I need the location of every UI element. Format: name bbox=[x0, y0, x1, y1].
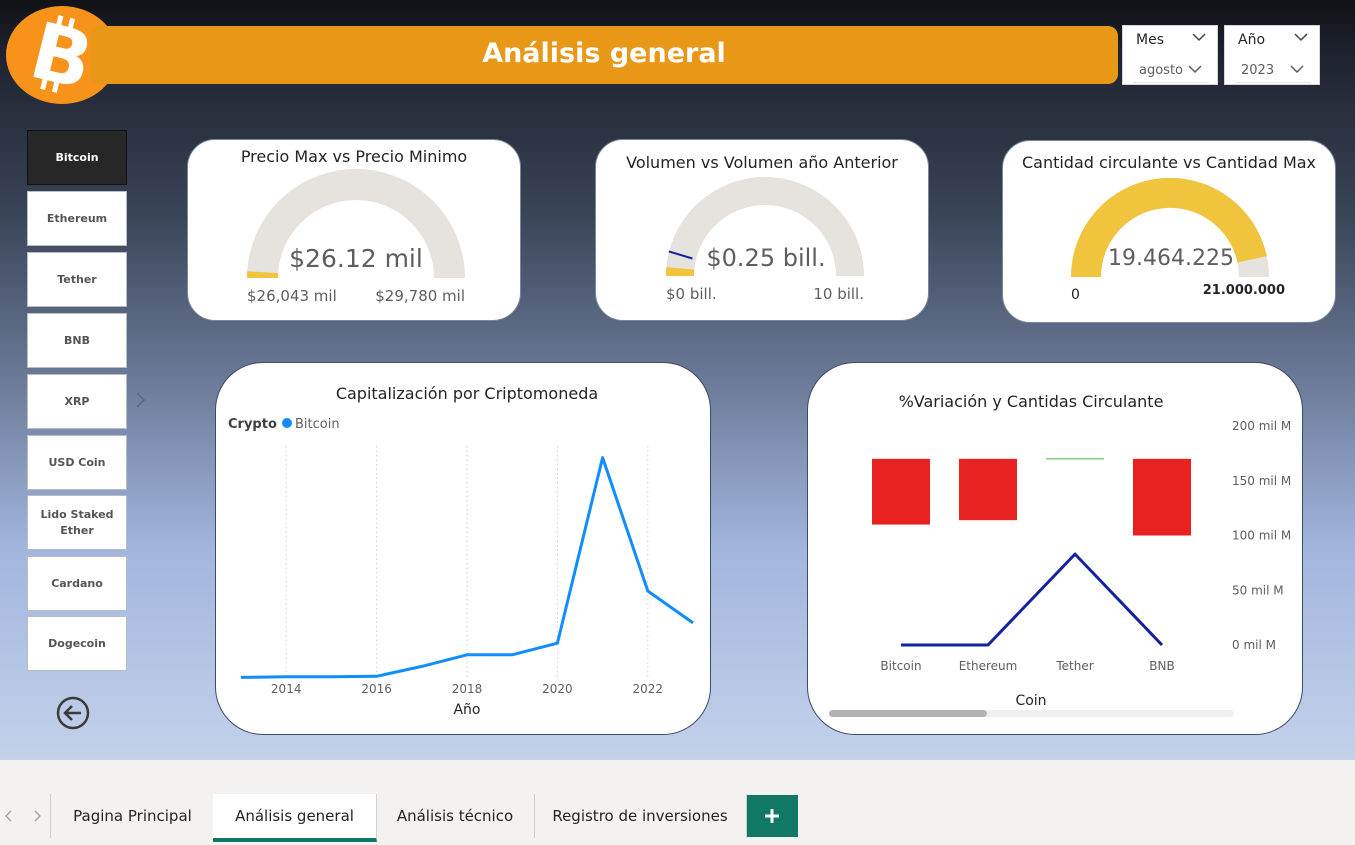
x-tick-label: 2020 bbox=[542, 682, 573, 696]
series-lines bbox=[901, 552, 1164, 647]
gauge-card-volume: Volumen vs Volumen año Anterior $0.25 bi… bbox=[595, 139, 929, 321]
x-tick-label: 2016 bbox=[361, 682, 392, 696]
year-dropdown[interactable]: 2023 bbox=[1235, 58, 1311, 83]
coin-button-bnb[interactable]: BNB bbox=[27, 313, 127, 368]
gauge-price-chart: $26.12 mil $26,043 mil $29,780 mil bbox=[246, 169, 465, 305]
chart-title: Capitalización por Criptomoneda bbox=[336, 384, 598, 403]
chevron-down-icon bbox=[1188, 65, 1202, 73]
gauge-card-price: Precio Max vs Precio Minimo $26.12 mil $… bbox=[187, 139, 521, 321]
page-tab-bar: Pagina Principal Análisis general Anális… bbox=[0, 794, 1355, 845]
coin-button-bitcoin[interactable]: Bitcoin bbox=[27, 130, 127, 185]
gauge-volume-max: 10 bill. bbox=[813, 285, 864, 303]
legend-item-bitcoin: Bitcoin bbox=[295, 417, 340, 432]
coin-button-lido-staked-ether[interactable]: Lido Staked Ether bbox=[27, 495, 127, 550]
series-line-circulating bbox=[901, 552, 1164, 647]
back-arrow-icon[interactable] bbox=[55, 695, 91, 731]
y-tick-label: 50 mil M bbox=[1232, 583, 1284, 597]
tab-analisis-general[interactable]: Análisis general bbox=[213, 794, 377, 842]
chevron-down-icon[interactable] bbox=[1191, 30, 1207, 44]
coin-button-ethereum[interactable]: Ethereum bbox=[27, 191, 127, 246]
chevron-down-icon[interactable] bbox=[1293, 30, 1309, 44]
capitalization-chart: Capitalización por Criptomoneda Crypto B… bbox=[228, 384, 694, 718]
month-slicer[interactable]: Mes agosto bbox=[1122, 25, 1218, 85]
year-slicer[interactable]: Año 2023 bbox=[1224, 25, 1320, 85]
add-page-button[interactable] bbox=[747, 795, 798, 837]
report-canvas: B Análisis general Mes agosto Año 2023 B… bbox=[0, 0, 1355, 760]
gauge-volume-min: $0 bill. bbox=[666, 285, 717, 303]
y-tick-label: 0 mil M bbox=[1232, 638, 1276, 652]
x-tick-label: Bitcoin bbox=[880, 659, 921, 673]
gauge-price-value: $26.12 mil bbox=[289, 244, 423, 273]
x-tick-label: 2014 bbox=[271, 682, 302, 696]
variation-chart: %Variación y Cantidas Circulante 200 mil… bbox=[829, 392, 1291, 717]
x-axis-label: Año bbox=[453, 702, 480, 718]
x-tick-label: Ethereum bbox=[959, 659, 1018, 673]
year-slicer-label: Año bbox=[1238, 32, 1266, 48]
x-tick-label: 2022 bbox=[633, 682, 664, 696]
legend-title: Crypto bbox=[228, 417, 277, 432]
chart-card-variation: %Variación y Cantidas Circulante 200 mil… bbox=[807, 362, 1303, 735]
plus-icon bbox=[765, 809, 779, 823]
x-tick-label: BNB bbox=[1149, 659, 1174, 673]
tab-analisis-tecnico[interactable]: Análisis técnico bbox=[376, 794, 535, 838]
month-slicer-label: Mes bbox=[1136, 32, 1164, 48]
coin-button-dogecoin[interactable]: Dogecoin bbox=[27, 616, 127, 671]
chevron-right-icon[interactable] bbox=[134, 390, 148, 410]
chevron-left-icon[interactable] bbox=[4, 810, 14, 822]
year-value: 2023 bbox=[1241, 63, 1275, 78]
gauge-volume-chart: $0.25 bill. $0 bill. 10 bill. bbox=[666, 177, 864, 303]
month-dropdown[interactable]: agosto bbox=[1133, 58, 1209, 83]
gauge-supply-chart: 19.464.225 0 21.000.000 bbox=[1070, 177, 1285, 303]
y-tick-label: 200 mil M bbox=[1232, 419, 1291, 433]
coin-button-tether[interactable]: Tether bbox=[27, 252, 127, 307]
x-axis-label: Coin bbox=[1015, 693, 1046, 709]
tab-pagina-principal[interactable]: Pagina Principal bbox=[50, 794, 215, 838]
waterfall-bars bbox=[872, 458, 1191, 536]
coin-button-cardano[interactable]: Cardano bbox=[27, 556, 127, 611]
y-tick-label: 150 mil M bbox=[1232, 474, 1291, 488]
waterfall-bar bbox=[959, 458, 1017, 521]
gauge-card-supply: Cantidad circulante vs Cantidad Max 19.4… bbox=[1002, 140, 1336, 323]
gauge-supply-value: 19.464.225 bbox=[1108, 246, 1234, 271]
waterfall-bar bbox=[872, 458, 930, 525]
gauge-price-min: $26,043 mil bbox=[247, 287, 337, 305]
coin-button-usd-coin[interactable]: USD Coin bbox=[27, 435, 127, 490]
x-tick-label: Tether bbox=[1055, 659, 1093, 673]
coin-button-xrp[interactable]: XRP bbox=[27, 374, 127, 429]
legend-marker bbox=[282, 418, 292, 428]
x-axis-ticks: Bitcoin Ethereum Tether BNB bbox=[880, 659, 1174, 673]
title-banner: Análisis general bbox=[90, 26, 1118, 84]
x-axis-ticks: 2014 2016 2018 2020 2022 bbox=[271, 682, 663, 696]
tab-registro-inversiones[interactable]: Registro de inversiones bbox=[534, 794, 747, 838]
gauge-supply-min: 0 bbox=[1071, 287, 1080, 303]
chart-title: %Variación y Cantidas Circulante bbox=[899, 392, 1164, 411]
chevron-down-icon bbox=[1290, 65, 1304, 73]
chart-card-capitalization: Capitalización por Criptomoneda Crypto B… bbox=[215, 362, 711, 735]
y-axis-ticks: 200 mil M 150 mil M 100 mil M 50 mil M 0 mil… bbox=[1232, 419, 1291, 652]
waterfall-bar bbox=[1133, 458, 1191, 536]
page-title: Análisis general bbox=[482, 38, 726, 69]
chevron-right-icon[interactable] bbox=[32, 810, 42, 822]
gauge-price-max: $29,780 mil bbox=[375, 287, 465, 305]
month-value: agosto bbox=[1139, 63, 1183, 78]
gauge-volume-value: $0.25 bill. bbox=[706, 244, 825, 272]
gauge-supply-max: 21.000.000 bbox=[1203, 283, 1285, 298]
grid-lines bbox=[285, 446, 649, 679]
y-tick-label: 100 mil M bbox=[1232, 529, 1291, 543]
horizontal-scrollbar-thumb[interactable] bbox=[829, 710, 987, 717]
x-tick-label: 2018 bbox=[452, 682, 483, 696]
